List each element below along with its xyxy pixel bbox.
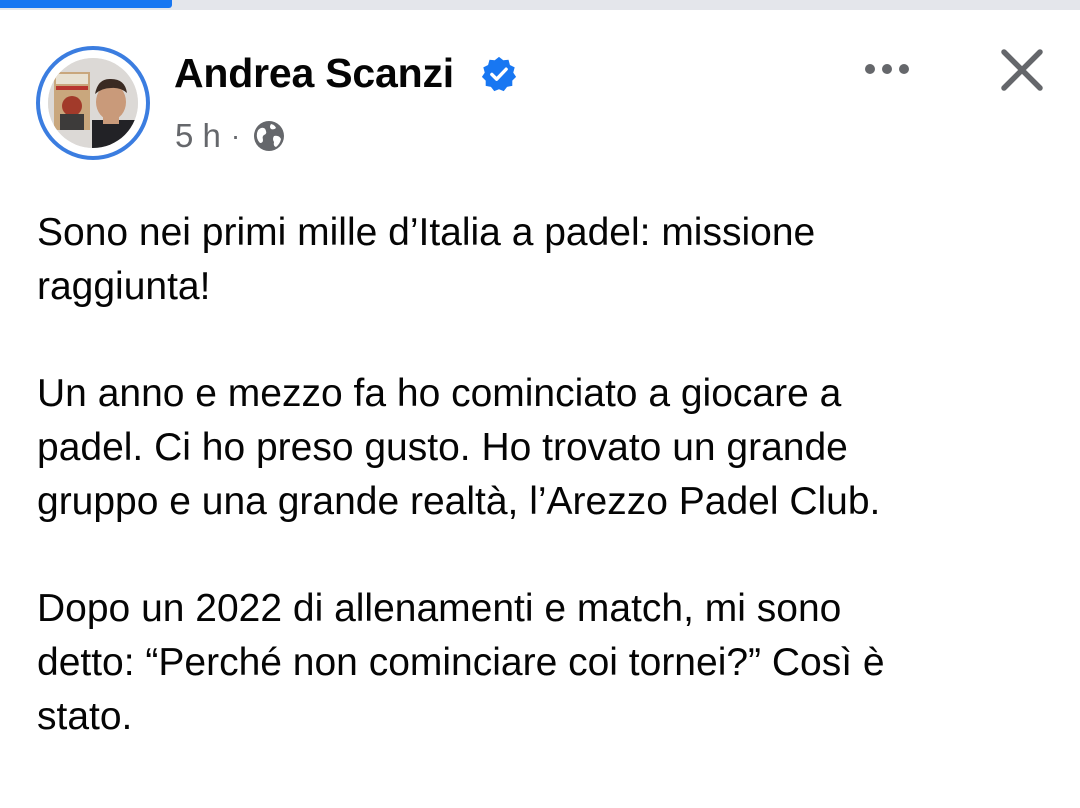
meta-separator: ·: [230, 120, 241, 151]
globe-icon[interactable]: [252, 119, 286, 153]
avatar-photo: [48, 58, 138, 148]
top-tab-strip: [0, 0, 1080, 10]
active-tab-indicator: [0, 0, 172, 8]
close-icon[interactable]: [996, 44, 1048, 96]
post-timestamp[interactable]: 5 h: [175, 117, 221, 155]
post-meta: 5 h ·: [175, 114, 286, 158]
post-paragraph: Dopo un 2022 di allenamenti e match, mi …: [37, 587, 885, 738]
author-avatar[interactable]: [36, 46, 150, 160]
verified-badge-icon: [481, 56, 517, 92]
more-horizontal-icon[interactable]: [856, 50, 918, 88]
post-paragraph: Un anno e mezzo fa ho cominciato a gioca…: [37, 372, 881, 523]
author-name[interactable]: Andrea Scanzi: [174, 50, 454, 97]
post-text: Sono nei primi mille d’Italia a padel: m…: [37, 206, 1047, 797]
post-paragraph: Sono nei primi mille d’Italia a padel: m…: [37, 211, 816, 308]
